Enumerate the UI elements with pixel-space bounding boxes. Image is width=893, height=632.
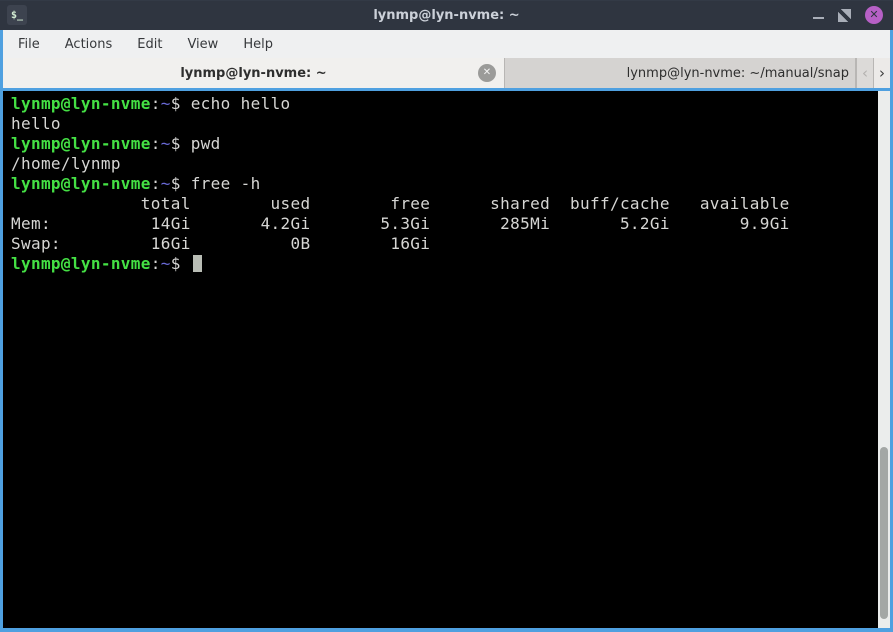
prompt-dollar: $: [171, 94, 191, 113]
menu-view[interactable]: View: [178, 33, 227, 56]
prompt-colon: :: [151, 94, 161, 113]
terminal-line: lynmp@lyn-nvme:~$: [11, 254, 878, 274]
prompt-colon: :: [151, 254, 161, 273]
prompt-user-host: lynmp@lyn-nvme: [11, 174, 151, 193]
prompt-colon: :: [151, 134, 161, 153]
menu-file[interactable]: File: [9, 33, 49, 56]
terminal-app-icon[interactable]: $_: [7, 5, 27, 25]
command-text: echo hello: [191, 94, 291, 113]
terminal-lines[interactable]: lynmp@lyn-nvme:~$ echo hellohellolynmp@l…: [3, 91, 878, 628]
menu-actions[interactable]: Actions: [56, 33, 122, 56]
terminal-line: lynmp@lyn-nvme:~$ echo hello: [11, 94, 878, 114]
window-bottom-border: [0, 628, 893, 632]
tab-scroll-left-icon[interactable]: ‹: [856, 58, 873, 88]
prompt-path: ~: [161, 134, 171, 153]
minimize-icon[interactable]: [813, 17, 824, 19]
title-bar: $_ lynmp@lyn-nvme: ~ ✕: [0, 0, 893, 30]
terminal-line: Mem: 14Gi 4.2Gi 5.3Gi 285Mi 5.2Gi 9.9Gi: [11, 214, 878, 234]
prompt-colon: :: [151, 174, 161, 193]
prompt-dollar: $: [171, 134, 191, 153]
tab-home-active[interactable]: lynmp@lyn-nvme: ~ ✕: [3, 58, 505, 88]
tab-bar: lynmp@lyn-nvme: ~ ✕ lynmp@lyn-nvme: ~/ma…: [0, 58, 893, 88]
terminal-window: $_ lynmp@lyn-nvme: ~ ✕ File Actions Edit…: [0, 0, 893, 632]
terminal-line: total used free shared buff/cache availa…: [11, 194, 878, 214]
prompt-user-host: lynmp@lyn-nvme: [11, 94, 151, 113]
scrollbar-thumb[interactable]: [880, 447, 888, 619]
menu-bar: File Actions Edit View Help: [0, 30, 893, 58]
prompt-path: ~: [161, 94, 171, 113]
prompt-user-host: lynmp@lyn-nvme: [11, 254, 151, 273]
output-text: Swap: 16Gi 0B 16Gi: [11, 234, 430, 253]
close-icon[interactable]: ✕: [865, 6, 883, 24]
output-text: /home/lynmp: [11, 154, 121, 173]
menu-help[interactable]: Help: [234, 33, 282, 56]
terminal-area: lynmp@lyn-nvme:~$ echo hellohellolynmp@l…: [0, 91, 893, 628]
output-text: hello: [11, 114, 61, 133]
terminal-line: /home/lynmp: [11, 154, 878, 174]
output-text: Mem: 14Gi 4.2Gi 5.3Gi 285Mi 5.2Gi 9.9Gi: [11, 214, 790, 233]
tab-label: lynmp@lyn-nvme: ~: [180, 66, 326, 81]
prompt-user-host: lynmp@lyn-nvme: [11, 134, 151, 153]
tab-scrollers: ‹ ›: [856, 58, 890, 88]
window-controls: ✕: [813, 6, 893, 24]
terminal-line: lynmp@lyn-nvme:~$ free -h: [11, 174, 878, 194]
command-text: pwd: [191, 134, 221, 153]
terminal-cursor: [193, 255, 202, 272]
tab-manual-snap[interactable]: lynmp@lyn-nvme: ~/manual/snap: [505, 58, 856, 88]
terminal-line: lynmp@lyn-nvme:~$ pwd: [11, 134, 878, 154]
menu-edit[interactable]: Edit: [128, 33, 171, 56]
prompt-path: ~: [161, 174, 171, 193]
prompt-dollar: $: [171, 174, 191, 193]
maximize-icon[interactable]: [838, 9, 851, 22]
window-title: lynmp@lyn-nvme: ~: [0, 8, 893, 23]
tab-label: lynmp@lyn-nvme: ~/manual/snap: [627, 66, 849, 81]
tab-scroll-right-icon[interactable]: ›: [873, 58, 890, 88]
command-text: free -h: [191, 174, 261, 193]
terminal-line: Swap: 16Gi 0B 16Gi: [11, 234, 878, 254]
prompt-dollar: $: [171, 254, 191, 273]
output-text: total used free shared buff/cache availa…: [11, 194, 790, 213]
scrollbar-track[interactable]: [878, 91, 890, 628]
tab-close-icon[interactable]: ✕: [478, 64, 496, 82]
prompt-path: ~: [161, 254, 171, 273]
terminal-line: hello: [11, 114, 878, 134]
